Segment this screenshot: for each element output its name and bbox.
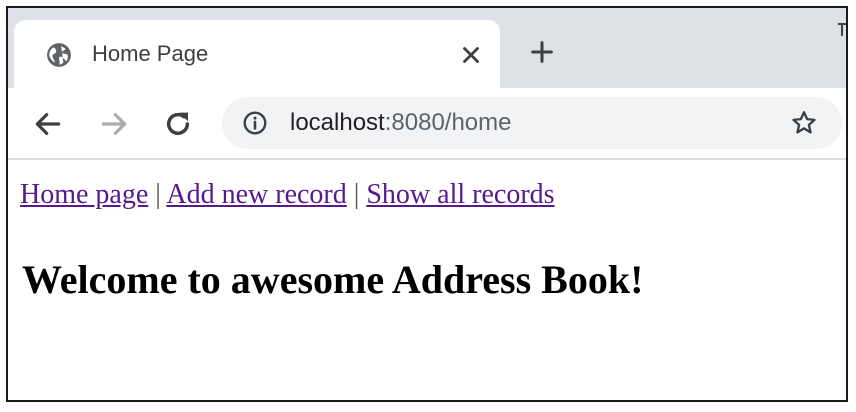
address-bar[interactable]: localhost:8080/home	[222, 97, 842, 149]
url-path: :8080/home	[384, 109, 512, 136]
nav-separator: |	[155, 179, 161, 210]
back-arrow-icon[interactable]	[32, 108, 64, 140]
tab-title: Home Page	[92, 41, 209, 66]
reload-icon[interactable]	[162, 108, 194, 140]
page-nav: Home page | Add new record | Show all re…	[20, 178, 555, 212]
browser-toolbar: localhost:8080/home	[8, 88, 846, 160]
info-icon[interactable]	[242, 110, 268, 136]
star-icon[interactable]	[790, 109, 818, 137]
nav-link-add-record[interactable]: Add new record	[166, 179, 346, 210]
tab-strip: Home Page	[8, 8, 846, 88]
window-edge-mark	[838, 23, 846, 36]
nav-separator: |	[353, 179, 360, 210]
nav-link-show-records[interactable]: Show all records	[366, 179, 554, 210]
forward-arrow-icon[interactable]	[98, 108, 130, 140]
browser-window: Home Page localhost:8080/home Home page …	[6, 6, 848, 402]
close-icon[interactable]	[458, 42, 484, 68]
page-heading: Welcome to awesome Address Book!	[22, 257, 644, 302]
page-content: Home page | Add new record | Show all re…	[8, 160, 846, 400]
tab-home-page[interactable]: Home Page	[14, 20, 500, 88]
nav-link-home[interactable]: Home page	[20, 179, 148, 210]
globe-icon	[47, 43, 71, 67]
url-text: localhost:8080/home	[290, 108, 512, 138]
new-tab-button[interactable]	[528, 38, 556, 66]
url-host: localhost	[290, 109, 385, 136]
